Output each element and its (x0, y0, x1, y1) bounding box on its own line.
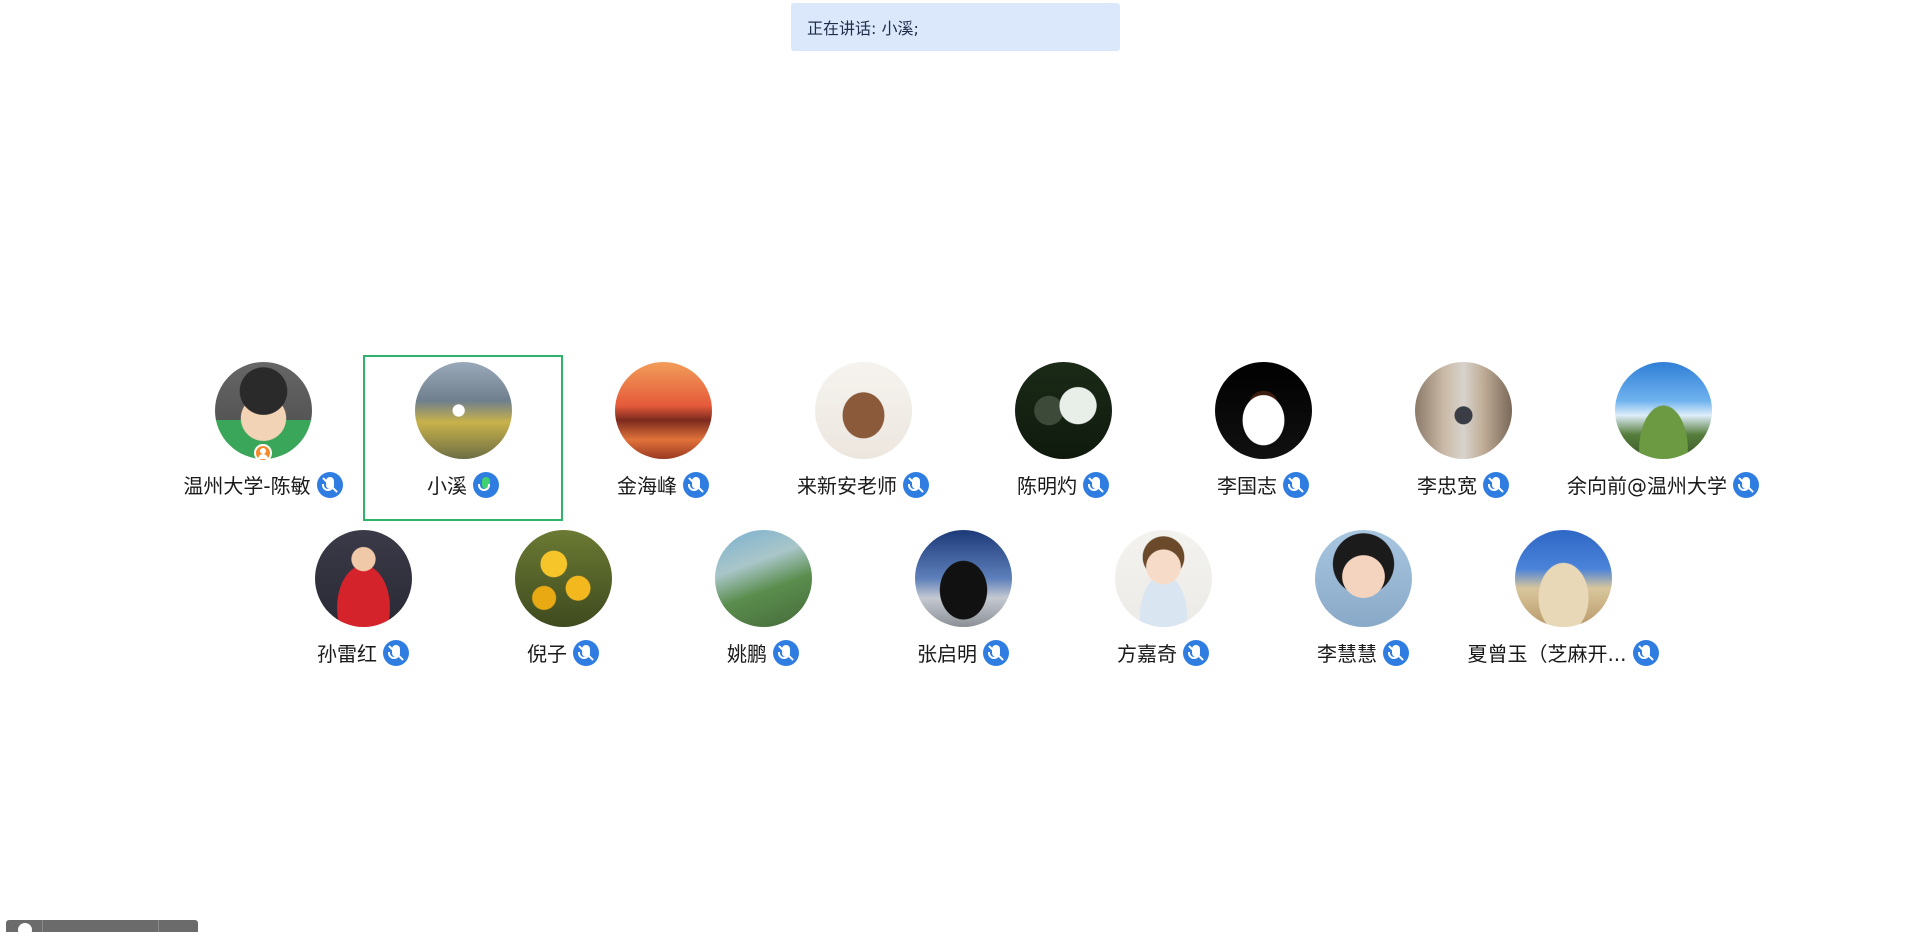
participant-name-line: 小溪 (427, 470, 499, 499)
participant-name-line: 来新安老师 (797, 470, 929, 499)
participant-name: 李忠宽 (1417, 474, 1477, 498)
bottom-toolbar[interactable] (6, 920, 198, 937)
microphone-muted-icon[interactable] (1632, 639, 1659, 666)
participant-name: 来新安老师 (797, 474, 897, 498)
microphone-active-icon[interactable] (473, 471, 499, 498)
participant-tile[interactable]: 孙雷红 (263, 523, 463, 689)
participant-name-line: 张启明 (917, 638, 1009, 667)
sunset-pier-photo[interactable] (614, 362, 712, 459)
toolbar-divider (158, 920, 159, 932)
coffee-cup-photo[interactable] (1214, 362, 1312, 459)
microphone-muted-icon[interactable] (773, 639, 799, 666)
participant-name-line: 李国志 (1217, 470, 1309, 499)
participant-tile[interactable]: 李国志 (1163, 355, 1363, 521)
microphone-muted-icon[interactable] (316, 471, 343, 498)
participant-name: 姚鹏 (727, 642, 767, 666)
aerial-landscape-photo[interactable] (714, 530, 812, 627)
microphone-muted-icon[interactable] (1183, 639, 1209, 666)
participant-name: 陈明灼 (1017, 474, 1077, 498)
participant-name-line: 李忠宽 (1417, 470, 1509, 499)
toolbar-icon[interactable] (18, 923, 32, 937)
microphone-muted-icon[interactable] (683, 471, 709, 498)
participant-name-line: 金海峰 (617, 470, 709, 499)
participant-tile[interactable]: 倪子 (463, 523, 663, 689)
participant-name-line: 夏曾玉（芝麻开... (1467, 638, 1659, 667)
participant-name-line: 温州大学-陈敏 (183, 470, 343, 499)
microphone-muted-icon[interactable] (903, 471, 929, 498)
microphone-muted-icon[interactable] (1083, 471, 1109, 498)
participant-name: 金海峰 (617, 474, 677, 498)
person-with-sign-photo[interactable] (1014, 362, 1112, 459)
participant-tile[interactable]: 温州大学-陈敏 (163, 355, 363, 521)
participant-name-line: 李慧慧 (1317, 638, 1409, 667)
participant-tile[interactable]: 陈明灼 (963, 355, 1163, 521)
participant-name: 夏曾玉（芝麻开... (1467, 642, 1627, 666)
cartoon-boy-tie-icon[interactable] (1114, 530, 1212, 627)
participant-name-line: 孙雷红 (317, 638, 409, 667)
participant-tile[interactable]: 小溪 (363, 355, 563, 521)
microphone-muted-icon[interactable] (983, 639, 1009, 666)
lakeside-person-photo[interactable] (414, 362, 512, 459)
cartoon-man-glasses-icon[interactable] (214, 362, 312, 462)
microphone-muted-icon[interactable] (1283, 471, 1309, 498)
microphone-muted-icon[interactable] (1483, 471, 1509, 498)
microphone-muted-icon[interactable] (573, 639, 599, 666)
participant-name: 张启明 (917, 642, 977, 666)
participant-name-line: 陈明灼 (1017, 470, 1109, 499)
ox-drawing-photo[interactable] (814, 362, 912, 459)
participant-tile[interactable]: 姚鹏 (663, 523, 863, 689)
participant-name-line: 余向前@温州大学 (1567, 470, 1759, 499)
participant-name: 小溪 (427, 474, 467, 498)
participant-tile[interactable]: 来新安老师 (763, 355, 963, 521)
black-truck-photo[interactable] (914, 530, 1012, 627)
participant-name: 倪子 (527, 642, 567, 666)
microphone-muted-icon[interactable] (1383, 639, 1409, 666)
host-badge-icon (254, 444, 272, 462)
participant-name: 李慧慧 (1317, 642, 1377, 666)
participant-grid: 温州大学-陈敏 小溪 金海峰 来新安老师 陈明灼 李国志 李忠宽 余向前@温州大学孙雷红 倪子 姚… (0, 0, 1920, 932)
participant-name-line: 姚鹏 (727, 638, 799, 667)
participant-tile[interactable]: 夏曾玉（芝麻开... (1463, 523, 1663, 689)
palace-building-photo[interactable] (1514, 530, 1612, 627)
yellow-flowers-photo[interactable] (514, 530, 612, 627)
toolbar-divider (42, 920, 43, 932)
participant-tile[interactable]: 金海峰 (563, 355, 763, 521)
participant-name: 温州大学-陈敏 (183, 474, 311, 498)
participant-name-line: 倪子 (527, 638, 599, 667)
mountain-sky-photo[interactable] (1614, 362, 1712, 459)
participant-tile[interactable]: 余向前@温州大学 (1563, 355, 1763, 521)
participant-name: 余向前@温州大学 (1567, 474, 1727, 498)
microphone-muted-icon[interactable] (1733, 471, 1759, 498)
participant-name-line: 方嘉奇 (1117, 638, 1209, 667)
cartoon-girl-icecream-icon[interactable] (1314, 530, 1412, 627)
participant-name: 方嘉奇 (1117, 642, 1177, 666)
street-person-photo[interactable] (1414, 362, 1512, 459)
woman-red-dress-photo[interactable] (314, 530, 412, 627)
participant-name: 孙雷红 (317, 642, 377, 666)
participant-tile[interactable]: 张启明 (863, 523, 1063, 689)
participant-tile[interactable]: 李慧慧 (1263, 523, 1463, 689)
participant-name: 李国志 (1217, 474, 1277, 498)
microphone-muted-icon[interactable] (383, 639, 409, 666)
participant-tile[interactable]: 李忠宽 (1363, 355, 1563, 521)
participant-tile[interactable]: 方嘉奇 (1063, 523, 1263, 689)
